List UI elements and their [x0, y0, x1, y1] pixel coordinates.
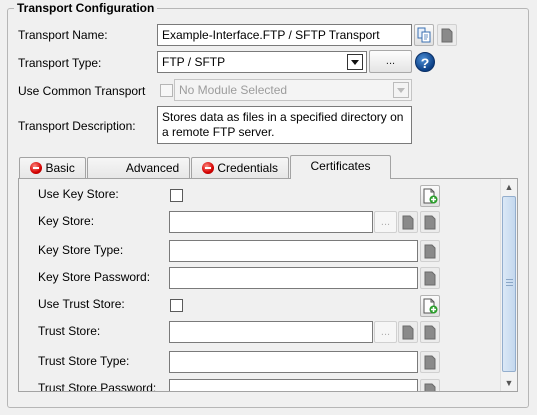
delete-icon [422, 354, 438, 370]
help-icon[interactable]: ? [415, 52, 435, 72]
tab-credentials[interactable]: Credentials [191, 157, 289, 179]
scrollbar-thumb[interactable] [502, 196, 516, 372]
certificates-panel: Use Key Store: Key Store: ... Key Store … [18, 178, 518, 392]
trust-store-type-label: Trust Store Type: [38, 354, 130, 368]
transport-type-dropdown-button[interactable] [347, 54, 363, 70]
tab-certificates[interactable]: Certificates [290, 155, 391, 179]
key-store-password-input[interactable] [169, 267, 418, 289]
tab-basic[interactable]: Basic [19, 157, 86, 179]
transport-name-input[interactable]: Example-Interface.FTP / SFTP Transport [157, 24, 412, 46]
trust-store-open-button[interactable] [398, 321, 418, 343]
tab-advanced[interactable]: Advanced [87, 157, 190, 179]
transport-description-textarea[interactable]: Stores data as files in a specified dire… [157, 106, 412, 144]
use-trust-store-label: Use Trust Store: [38, 297, 125, 311]
transport-name-label: Transport Name: [18, 28, 108, 42]
delete-icon [422, 270, 438, 286]
document-icon [400, 324, 416, 340]
group-title: Transport Configuration [14, 1, 158, 15]
delete-icon [422, 214, 438, 230]
tab-certificates-label: Certificates [310, 159, 371, 173]
delete-icon [422, 324, 438, 340]
key-store-type-delete-button[interactable] [420, 240, 440, 262]
key-store-password-label: Key Store Password: [38, 270, 151, 284]
scroll-up-button[interactable]: ▲ [501, 179, 517, 195]
transport-type-value: FTP / SFTP [162, 55, 226, 69]
key-store-label: Key Store: [38, 214, 95, 228]
common-module-dropdown-button[interactable] [393, 82, 409, 98]
trust-store-delete-button[interactable] [420, 321, 440, 343]
error-icon [30, 162, 43, 174]
trust-store-password-label: Trust Store Password: [38, 381, 157, 392]
use-key-store-checkbox[interactable] [170, 189, 183, 202]
trust-store-password-input[interactable] [169, 379, 418, 391]
key-store-browse-button[interactable]: ... [374, 211, 397, 233]
key-store-type-label: Key Store Type: [38, 243, 124, 257]
tab-credentials-label: Credentials [217, 161, 279, 175]
transport-type-browse-button[interactable]: ... [369, 50, 412, 73]
new-key-store-button[interactable] [420, 185, 440, 207]
copy-icon [416, 27, 432, 43]
delete-name-button[interactable] [437, 24, 457, 46]
new-document-icon [422, 188, 438, 204]
document-icon [400, 214, 416, 230]
chevron-up-icon: ▲ [504, 181, 514, 192]
grip-line [506, 285, 513, 286]
new-document-icon [422, 298, 438, 314]
key-store-input[interactable] [169, 211, 373, 233]
use-key-store-label: Use Key Store: [38, 187, 119, 201]
common-module-select[interactable]: No Module Selected [174, 79, 412, 101]
chevron-down-icon [397, 87, 405, 93]
delete-icon [422, 382, 438, 392]
tab-basic-label: Basic [45, 161, 75, 175]
key-store-password-delete-button[interactable] [420, 267, 440, 289]
transport-type-select[interactable]: FTP / SFTP [157, 51, 367, 73]
key-store-open-button[interactable] [398, 211, 418, 233]
use-common-transport-checkbox[interactable] [160, 84, 173, 97]
tab-advanced-label: Advanced [125, 161, 180, 175]
trust-store-type-delete-button[interactable] [420, 351, 440, 373]
new-trust-store-button[interactable] [420, 295, 440, 317]
chevron-down-icon: ▼ [504, 377, 514, 388]
trust-store-browse-button[interactable]: ... [374, 321, 397, 343]
key-store-delete-button[interactable] [420, 211, 440, 233]
copy-name-button[interactable] [414, 24, 434, 46]
key-store-type-input[interactable] [169, 240, 418, 262]
trust-store-input[interactable] [169, 321, 373, 343]
chevron-down-icon [351, 59, 359, 65]
scroll-down-button[interactable]: ▼ [501, 375, 517, 391]
trust-store-label: Trust Store: [38, 324, 101, 338]
delete-icon [439, 27, 455, 43]
delete-icon [422, 243, 438, 259]
transport-type-label: Transport Type: [18, 56, 102, 70]
use-trust-store-checkbox[interactable] [170, 299, 183, 312]
trust-store-password-delete-button[interactable] [420, 379, 440, 392]
error-icon [201, 162, 214, 174]
transport-description-label: Transport Description: [18, 119, 136, 133]
common-module-placeholder: No Module Selected [179, 83, 288, 97]
trust-store-type-input[interactable] [169, 351, 418, 373]
grip-line [506, 279, 513, 280]
vertical-scrollbar[interactable]: ▲ ▼ [500, 179, 517, 391]
use-common-transport-label: Use Common Transport [18, 84, 146, 98]
grip-line [506, 282, 513, 283]
